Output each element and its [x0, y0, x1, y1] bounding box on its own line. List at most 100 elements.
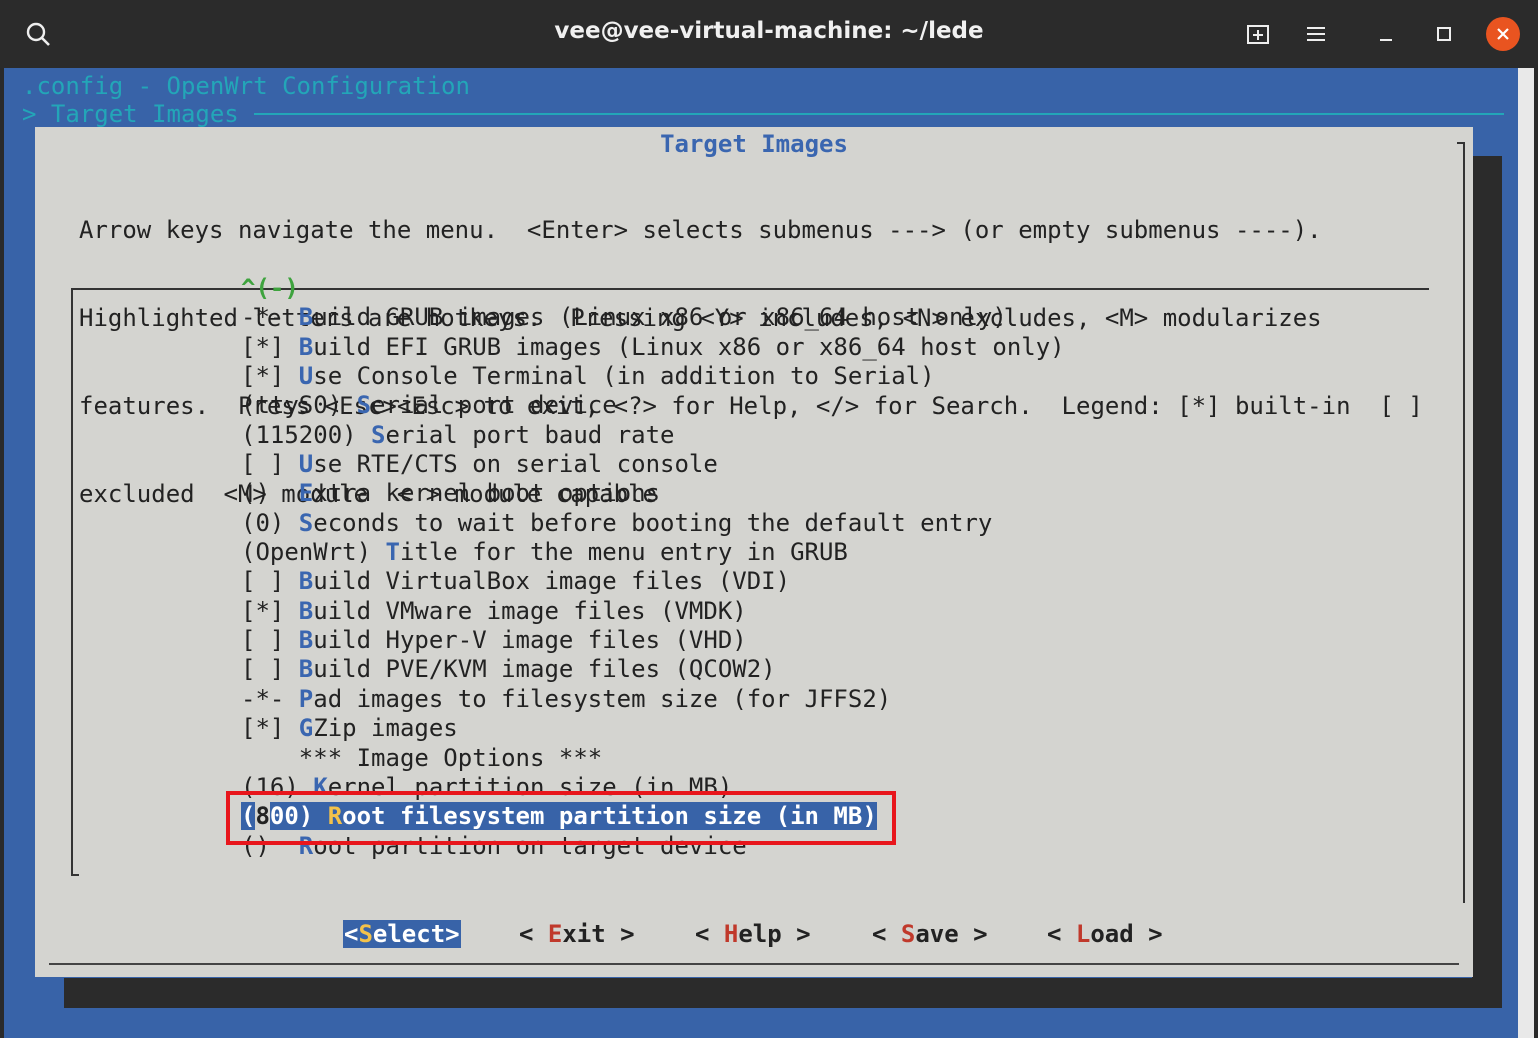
menu-item[interactable]: [*] Build EFI GRUB images (Linux x86 or …	[241, 333, 1065, 362]
menu-item-label: uild VMware image files (VMDK)	[313, 596, 747, 625]
menu-item-label: se RTE/CTS on serial console	[313, 450, 718, 479]
menu-item[interactable]: -*- Pad images to filesystem size (for J…	[241, 685, 1065, 714]
menu-item-value: (OpenWrt)	[241, 538, 386, 567]
menu-item-label: uild Hyper-V image files (VHD)	[313, 626, 747, 655]
annotation-highlight-box	[226, 791, 896, 845]
menu-item[interactable]: [ ] Build PVE/KVM image files (QCOW2)	[241, 655, 1065, 684]
menu-item[interactable]: [*] GZip images	[241, 714, 1065, 743]
menu-item-hotkey: G	[298, 714, 314, 743]
button-bracket: >	[445, 920, 460, 948]
button-hotkey: S	[358, 920, 373, 948]
menu-item-value: [ ]	[241, 655, 299, 684]
dialog-shadow-right	[1472, 156, 1502, 1006]
close-icon[interactable]	[1486, 17, 1520, 51]
header-divider	[254, 113, 1504, 115]
menu-item-value: [*]	[241, 332, 299, 361]
window-titlebar: vee@vee-virtual-machine: ~/lede	[0, 0, 1538, 68]
menu-item[interactable]: [ ] Build Hyper-V image files (VHD)	[241, 626, 1065, 655]
menu-list: ^(-) -*- Build GRUB images (Linux x86 or…	[241, 274, 1065, 861]
menu-item[interactable]: (0) Seconds to wait before booting the d…	[241, 509, 1065, 538]
target-images-dialog: Target Images Arrow keys navigate the me…	[35, 127, 1473, 977]
dialog-shadow-bottom	[64, 978, 1502, 1008]
button-bracket: <	[872, 920, 901, 948]
menu-item-hotkey: B	[298, 626, 314, 655]
menu-item-hotkey: S	[356, 391, 372, 420]
menu-item-hotkey: E	[298, 479, 314, 508]
menu-item[interactable]: [ ] Build VirtualBox image files (VDI)	[241, 567, 1065, 596]
menu-item-value: [ ]	[241, 626, 299, 655]
button-bracket: >	[1133, 920, 1163, 948]
menu-box-border	[71, 288, 73, 876]
menu-item-label: itle for the menu entry in GRUB	[399, 538, 848, 567]
button-label: oad	[1090, 920, 1134, 948]
menu-item-value: ()	[241, 479, 299, 508]
button-hotkey: H	[723, 920, 739, 948]
menu-item-value: -*-	[241, 684, 299, 713]
new-tab-icon[interactable]	[1240, 16, 1276, 52]
help-line: Arrow keys navigate the menu. <Enter> se…	[79, 215, 1322, 244]
help-button[interactable]: < Help >	[695, 920, 811, 948]
load-button[interactable]: < Load >	[1047, 920, 1163, 948]
menu-item[interactable]: [ ] Use RTE/CTS on serial console	[241, 450, 1065, 479]
button-bracket: <	[1047, 920, 1076, 948]
button-bracket: >	[781, 920, 811, 948]
scroll-up-indicator[interactable]: ^(-)	[241, 274, 1065, 303]
menu-item-value	[241, 744, 299, 772]
menu-breadcrumb: > Target Images	[22, 100, 239, 128]
menu-item-value: (115200)	[241, 420, 372, 449]
menu-item-label: *** Image Options ***	[298, 743, 603, 772]
terminal-scrollbar[interactable]	[1518, 68, 1534, 1038]
menu-item[interactable]: (115200) Serial port baud rate	[241, 421, 1065, 450]
menu-item[interactable]: [*] Build VMware image files (VMDK)	[241, 597, 1065, 626]
menu-item-value: [ ]	[241, 567, 299, 596]
button-bracket: <	[344, 920, 359, 948]
maximize-icon[interactable]	[1426, 16, 1462, 52]
terminal-area[interactable]: .config - OpenWrt Configuration > Target…	[4, 68, 1534, 1038]
menu-item-hotkey: B	[298, 655, 314, 684]
button-hotkey: S	[900, 920, 916, 948]
minimize-icon[interactable]	[1368, 16, 1404, 52]
button-label: xit	[562, 920, 606, 948]
menu-item-hotkey: U	[298, 362, 314, 391]
menu-item-value: -*-	[241, 303, 299, 332]
menu-item-label: Zip images	[313, 714, 458, 743]
button-bar: <Select> < Exit > < Help > < Save > < Load >	[35, 920, 1473, 950]
menu-item-value: [*]	[241, 596, 299, 625]
button-label: elp	[738, 920, 782, 948]
hamburger-menu-icon[interactable]	[1298, 16, 1334, 52]
menu-item-label: erial port baud rate	[385, 420, 675, 449]
menu-item[interactable]: (OpenWrt) Title for the menu entry in GR…	[241, 538, 1065, 567]
menu-item-value: (ttyS0)	[241, 391, 357, 420]
config-header: .config - OpenWrt Configuration	[22, 72, 470, 100]
menu-item-hotkey: S	[371, 420, 386, 449]
menu-box-border	[71, 874, 79, 876]
menu-item[interactable]: () Extra kernel boot options	[241, 479, 1065, 508]
menu-item-value: [*]	[241, 362, 299, 391]
menu-item[interactable]: [*] Use Console Terminal (in addition to…	[241, 362, 1065, 391]
menu-item[interactable]: *** Image Options ***	[241, 744, 1065, 773]
exit-button[interactable]: < Exit >	[519, 920, 635, 948]
menu-item-label: erial port device	[371, 391, 617, 420]
menu-item-label: xtra kernel boot options	[313, 479, 661, 508]
menu-item-label: se Console Terminal (in addition to Seri…	[313, 362, 935, 391]
menu-item-hotkey: B	[298, 596, 314, 625]
menu-item-value: [*]	[241, 714, 299, 743]
dialog-border	[1463, 142, 1465, 903]
button-hotkey: E	[547, 920, 563, 948]
button-hotkey: L	[1075, 920, 1091, 948]
save-button[interactable]: < Save >	[872, 920, 988, 948]
menu-item-value: (0)	[241, 508, 299, 537]
menu-item-value: [ ]	[241, 450, 299, 479]
menu-item-hotkey: B	[298, 332, 314, 361]
menu-item-hotkey: S	[298, 508, 314, 537]
menu-item-hotkey: U	[298, 450, 314, 479]
select-button[interactable]: <Select>	[343, 920, 461, 948]
button-bracket: <	[519, 920, 548, 948]
menu-item-label: uild EFI GRUB images (Linux x86 or x86_6…	[313, 332, 1065, 361]
menu-item[interactable]: (ttyS0) Serial port device	[241, 391, 1065, 420]
button-label: ave	[915, 920, 959, 948]
button-bracket: >	[605, 920, 635, 948]
menu-item-hotkey: P	[298, 684, 314, 713]
menu-item[interactable]: -*- Build GRUB images (Linux x86 or x86_…	[241, 303, 1065, 332]
menu-item-label: uild VirtualBox image files (VDI)	[313, 567, 791, 596]
